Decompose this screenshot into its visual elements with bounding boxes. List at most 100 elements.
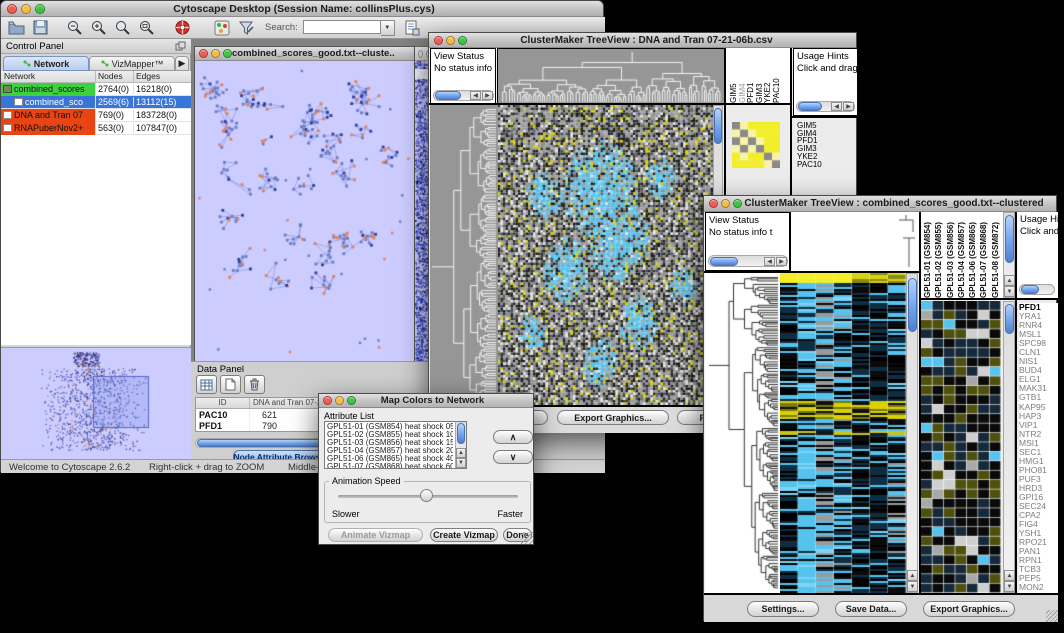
filter-button[interactable] [235, 18, 257, 38]
column-label[interactable]: GPL51-03 (GSM856) [946, 214, 957, 298]
net-close-button[interactable] [199, 49, 208, 58]
attribute-item[interactable]: GPL51-06 (GSM865) heat shock 40 min [327, 455, 453, 463]
birdseye-canvas[interactable] [1, 348, 189, 458]
column-label[interactable]: GIM3 [755, 53, 764, 103]
tv1-status-scrollbar[interactable]: ◀ ▶ [433, 90, 494, 101]
zoom-out-button[interactable] [63, 18, 85, 38]
treeview1-titlebar[interactable]: ClusterMaker TreeView : DNA and Tran 07-… [429, 33, 856, 48]
network-row[interactable]: RNAPuberNov2+ 563(0) 107847(0) [1, 122, 191, 135]
search-config-button[interactable] [401, 18, 423, 38]
treeview2-titlebar[interactable]: ClusterMaker TreeView : combined_scores_… [704, 196, 1056, 212]
close-button[interactable] [7, 4, 17, 14]
zoom-in-button[interactable] [87, 18, 109, 38]
float-panel-icon[interactable] [175, 41, 186, 51]
tv2-settings-button[interactable]: Settings... [747, 601, 819, 617]
network-row[interactable]: combined_sco 2569(6) 13112(15) [1, 96, 191, 109]
tv2-close-button[interactable] [709, 199, 718, 208]
column-label[interactable]: GPL51-02 (GSM855) [934, 214, 945, 298]
column-label[interactable]: GPL51-04 (GSM857) [957, 214, 968, 298]
create-vizmap-button[interactable]: Create Vizmap [430, 528, 498, 542]
scroll-down-icon[interactable]: ▼ [1004, 581, 1015, 592]
scroll-right-icon[interactable]: ▶ [482, 91, 493, 100]
save-session-button[interactable] [29, 18, 51, 38]
attribute-item[interactable]: GPL51-07 (GSM868) heat shock 60 min [327, 463, 453, 469]
birdseye-view[interactable] [1, 347, 191, 459]
tv1-row-dendrogram[interactable] [430, 105, 498, 405]
tv1-usage-scrollbar[interactable]: ◀ ▶ [796, 101, 855, 112]
col-network[interactable]: Network [1, 71, 96, 82]
node-attribute-browser-tab[interactable]: Node Attribute Browser [233, 450, 329, 459]
column-label[interactable]: GPL51-01 (GSM854) [923, 214, 934, 298]
tv2-detail-heatmap[interactable] [921, 301, 1001, 593]
move-down-button[interactable]: ∨ [493, 450, 533, 464]
column-label[interactable]: GPL51-06 (GSM865) [968, 214, 979, 298]
new-attribute-button[interactable] [220, 375, 241, 394]
tv2-export-graphics-button[interactable]: Export Graphics... [923, 601, 1015, 617]
tv1-minimize-button[interactable] [446, 36, 455, 45]
minimize-button[interactable] [21, 4, 31, 14]
select-attributes-button[interactable] [196, 375, 217, 394]
tv2-minimize-button[interactable] [721, 199, 730, 208]
dialog-zoom-button[interactable] [347, 396, 356, 405]
tv2-status-scrollbar[interactable]: ◀ ▶ [708, 255, 788, 267]
tv2-heatmap[interactable] [780, 273, 906, 593]
move-up-button[interactable]: ∧ [493, 430, 533, 444]
attribute-item[interactable]: GPL51-01 (GSM854) heat shock 05 min [327, 423, 453, 431]
row-label[interactable]: PAC10 [797, 161, 857, 169]
scroll-down-icon[interactable]: ▼ [907, 581, 918, 592]
column-label[interactable]: PAC10 [772, 53, 781, 103]
more-tabs-button[interactable]: ▶ [175, 56, 189, 71]
control-panel-tab[interactable]: VizMapper™ [89, 56, 175, 71]
plugin-manager-button[interactable] [211, 18, 233, 38]
search-dropdown-button[interactable]: ▼ [381, 20, 395, 36]
tv1-similarity-matrix[interactable] [732, 122, 780, 168]
tv1-close-button[interactable] [434, 36, 443, 45]
column-label[interactable]: GIM5 [729, 53, 738, 103]
tv2-zoom-button[interactable] [733, 199, 742, 208]
open-session-button[interactable] [5, 18, 27, 38]
tv2-heatmap-vscrollbar[interactable]: ▲ ▼ [906, 273, 918, 593]
id-column-header[interactable]: ID [196, 398, 250, 408]
net-zoom-button[interactable] [223, 49, 232, 58]
tv2-column-dendrogram[interactable] [790, 212, 920, 271]
search-input[interactable] [303, 20, 381, 34]
delete-attribute-button[interactable] [244, 375, 265, 394]
network-graph-canvas[interactable] [195, 61, 414, 362]
help-button[interactable] [171, 18, 193, 38]
column-label[interactable]: GPL51-07 (GSM868) [979, 214, 990, 298]
dialog-minimize-button[interactable] [335, 396, 344, 405]
col-nodes[interactable]: Nodes [96, 71, 134, 82]
tv2-row-dendrogram[interactable] [705, 273, 780, 593]
network-window-titlebar[interactable]: combined_scores_good.txt--cluste... [195, 47, 414, 61]
scroll-right-icon[interactable]: ▶ [776, 257, 787, 266]
tv1-heatmap[interactable] [498, 105, 723, 405]
scroll-right-icon[interactable]: ▶ [843, 102, 854, 111]
dialog-resize-grip[interactable] [521, 532, 533, 544]
gene-label[interactable]: MON2 [1019, 583, 1058, 592]
zoom-fit-button[interactable] [135, 18, 157, 38]
scroll-up-icon[interactable]: ▲ [1004, 275, 1015, 286]
tv2-usage-scrollbar[interactable] [1019, 284, 1055, 295]
scroll-up-icon[interactable]: ▲ [456, 448, 466, 458]
speed-slider-thumb[interactable] [420, 489, 433, 502]
col-edges[interactable]: Edges [134, 71, 191, 82]
column-label[interactable]: PFD1 [746, 53, 755, 103]
scroll-up-icon[interactable]: ▲ [1004, 570, 1015, 581]
scroll-down-icon[interactable]: ▼ [1004, 286, 1015, 297]
tv1-column-dendrogram[interactable] [497, 48, 725, 105]
scroll-down-icon[interactable]: ▼ [456, 458, 466, 468]
tv1-zoom-button[interactable] [458, 36, 467, 45]
dialog-close-button[interactable] [323, 396, 332, 405]
scroll-up-icon[interactable]: ▲ [907, 570, 918, 581]
scroll-left-icon[interactable]: ◀ [764, 257, 775, 266]
column-label[interactable]: GPL51-08 (GSM872) [991, 214, 1002, 298]
tv2-save-data-button[interactable]: Save Data... [835, 601, 907, 617]
zoom-button[interactable] [35, 4, 45, 14]
animate-vizmap-button[interactable]: Animate Vizmap [328, 528, 423, 542]
inactive-close-button[interactable] [418, 50, 423, 58]
attribute-list-scrollbar[interactable]: ▲ ▼ [455, 422, 466, 468]
column-label[interactable]: YKE2 [763, 53, 772, 103]
tv2-collabel-scrollbar[interactable]: ▲ ▼ [1003, 212, 1015, 298]
attribute-item[interactable]: GPL51-03 (GSM856) heat shock 15 min [327, 439, 453, 447]
scroll-left-icon[interactable]: ◀ [470, 91, 481, 100]
